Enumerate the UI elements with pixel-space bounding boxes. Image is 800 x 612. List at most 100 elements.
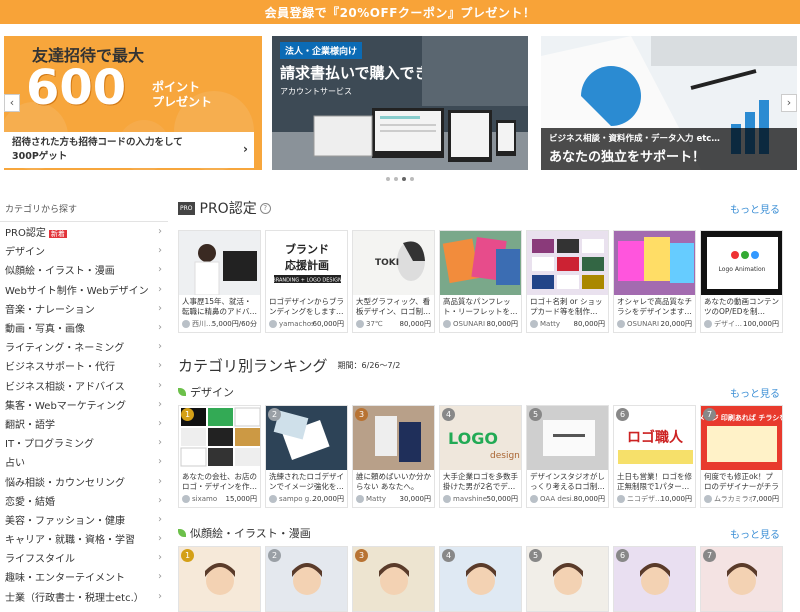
pro-more-link[interactable]: もっと見る xyxy=(730,201,780,216)
service-card[interactable]: Logo Animation あなたの動画コンテンツのOP/EDを制… デザイ… 10… xyxy=(700,230,783,333)
service-card[interactable]: チラシとイメージ 印刷あれば チラシをデザイン！7 何度でも修正ok！プロのデザイ… xyxy=(700,405,783,508)
card-title: 土日も営業！ロゴを修正無制限で1パター… xyxy=(617,472,692,491)
card-price: 80,000円 xyxy=(486,320,519,328)
service-card[interactable]: 7 xyxy=(700,546,783,612)
service-card[interactable]: 5デザインスタジオがしっくり考えるロゴ制…OAA desi…80,000円 xyxy=(526,405,609,508)
sidebar-item[interactable]: 動画・写真・画像 › xyxy=(0,318,168,337)
sidebar-item-label: ライティング・ネーミング xyxy=(5,343,125,355)
service-card[interactable]: ロゴ＋名刺 or ショップカード等を制作… Matty 80,000円 xyxy=(526,230,609,333)
service-card[interactable]: 2 洗練されたロゴデザインでイメージ強化を… sampo g… 20,000円 xyxy=(265,405,348,508)
rank-badge: 7 xyxy=(703,549,716,562)
card-price: 30,000円 xyxy=(399,495,432,503)
avatar xyxy=(269,495,277,503)
sidebar-item-label: PRO認定 xyxy=(5,228,46,240)
sidebar-item[interactable]: ライティング・ネーミング › xyxy=(0,337,168,356)
sidebar-item[interactable]: 士業（行政書士・税理士etc.） › xyxy=(0,587,168,606)
service-card[interactable]: 2 xyxy=(265,546,348,612)
card-footer: ニコデザ… 10,000円 xyxy=(614,492,695,507)
svg-text:ロゴ職人: ロゴ職人 xyxy=(627,429,684,446)
service-card[interactable]: オシャレで高品質なチラシをデザインます… OSUNARI 20,000円 xyxy=(613,230,696,333)
thumbnail-image xyxy=(614,231,695,295)
card-price: 60,000円 xyxy=(312,320,345,328)
new-badge: 新着 xyxy=(48,230,67,239)
sidebar-item[interactable]: 集客・Webマーケティング › xyxy=(0,395,168,414)
chevron-right-icon: › xyxy=(158,417,162,429)
sidebar-item[interactable]: 趣味・エンターテイメント › xyxy=(0,567,168,586)
service-card[interactable]: 3 誰に頼めばいいか分からない あなたへ。ロ… Matty 30,000円 xyxy=(352,405,435,508)
card-thumbnail: 7 xyxy=(701,547,782,611)
service-card[interactable]: 4 xyxy=(439,546,522,612)
chevron-right-icon: › xyxy=(158,379,162,391)
help-icon[interactable]: ? xyxy=(259,202,271,214)
sidebar-item[interactable]: IT・プログラミング › xyxy=(0,433,168,452)
service-card[interactable]: TOKI 大型グラフィック、看板デザイン、ロゴ制… 37℃ 80,000円 xyxy=(352,230,435,333)
sidebar-item-label: 音楽・ナレーション xyxy=(5,304,95,316)
banner-business-support[interactable]: ビジネス相談・資料作成・データ入力 etc… あなたの独立をサポート！ xyxy=(541,36,797,170)
banner1-points: 600 xyxy=(26,60,127,116)
sidebar-item-label: キャリア・就職・資格・学習 xyxy=(5,535,135,547)
carousel-dot-active[interactable] xyxy=(402,177,406,181)
service-card[interactable]: 3 xyxy=(352,546,435,612)
service-card[interactable]: ロゴ職人 6 土日も営業！ロゴを修正無制限で1パター… ニコデザ… 10,000円 xyxy=(613,405,696,508)
promo-top-banner[interactable]: 会員登録で『20%OFFクーポン』プレゼント！ xyxy=(0,0,800,24)
carousel-dot[interactable] xyxy=(394,177,398,181)
sidebar-item[interactable]: ライフスタイル › xyxy=(0,548,168,567)
service-card[interactable]: 5 xyxy=(526,546,609,612)
seller-name: OSUNARI xyxy=(627,320,660,328)
thumbnail-image xyxy=(440,231,521,295)
card-title: 誰に頼めばいいか分からない あなたへ。ロ… xyxy=(356,472,431,491)
card-price: 15,000円 xyxy=(225,495,258,503)
sidebar-item-label: デザイン xyxy=(5,247,45,259)
carousel-dot[interactable] xyxy=(410,177,414,181)
card-footer: OAA desi…80,000円 xyxy=(527,492,608,507)
seller-name: OAA desi… xyxy=(540,495,574,503)
sidebar-item[interactable]: ビジネスサポート・代行 › xyxy=(0,356,168,375)
design-more-link[interactable]: もっと見る xyxy=(730,385,780,400)
sidebar-item[interactable]: キャリア・就職・資格・学習 › xyxy=(0,529,168,548)
sidebar-item[interactable]: 占い › xyxy=(0,452,168,471)
chevron-right-icon: › xyxy=(158,264,162,276)
sidebar-item[interactable]: 恋愛・結婚 › xyxy=(0,491,168,510)
service-card[interactable]: 1 xyxy=(178,546,261,612)
banner-invoice-payment[interactable]: 法人・企業様向け 請求書払いで購入できる アカウントサービス xyxy=(272,36,528,170)
sidebar-item[interactable]: PRO認定 新着 › xyxy=(0,222,168,241)
service-card[interactable]: 高品質なパンフレット・リーフレットを… OSUNARI 80,000円 xyxy=(439,230,522,333)
card-title: 人事歴15年、就活・転職に精鼻のアドバ… xyxy=(182,297,257,316)
illust-more-link[interactable]: もっと見る xyxy=(730,526,780,541)
card-thumbnail: 1 xyxy=(179,406,260,470)
sidebar-item-label: ライフスタイル xyxy=(5,554,75,566)
banner1-detail: 招待された方も招待コードの入力をして 300Pゲット › xyxy=(4,132,254,168)
chevron-right-icon: › xyxy=(158,513,162,525)
card-thumbnail: ロゴ職人 6 xyxy=(614,406,695,470)
service-card[interactable]: 1 あなたの会社、お店のロゴ・デザインを作… sixamo 15,000円 xyxy=(178,405,261,508)
service-card[interactable]: 6 xyxy=(613,546,696,612)
service-card[interactable]: ブランド 応援計画 BRANDING + LOGO DESIGN ロゴデザインからブラ… xyxy=(265,230,348,333)
card-thumbnail xyxy=(179,231,260,295)
service-card[interactable]: LOGO design 4 大手企業ロゴを多数手掛けた男が2名でデ… mavshine 5… xyxy=(439,405,522,508)
service-card[interactable]: 人事歴15年、就活・転職に精鼻のアドバ… 西川… 5,000円/60分 xyxy=(178,230,261,333)
design-label: デザイン xyxy=(190,386,234,399)
avatar xyxy=(443,320,451,328)
seller-name: Matty xyxy=(540,320,560,328)
carousel-prev-button[interactable]: ‹ xyxy=(4,94,20,112)
banner-friend-invite[interactable]: 友達招待で最大 600 ポイント プレゼント 招待された方も招待コードの入力をして… xyxy=(4,36,262,170)
card-thumbnail: TOKI xyxy=(353,231,434,295)
rank-badge: 1 xyxy=(181,408,194,421)
sidebar-item[interactable]: 翻訳・語学 › xyxy=(0,414,168,433)
sidebar-item[interactable]: 似顔絵・イラスト・漫画 › xyxy=(0,260,168,279)
sidebar-item[interactable]: Webサイト制作・Webデザイン › xyxy=(0,280,168,299)
card-thumbnail: LOGO design 4 xyxy=(440,406,521,470)
card-footer: デザイ… 100,000円 xyxy=(701,317,782,332)
avatar xyxy=(704,320,712,328)
sidebar-item-label: 恋愛・結婚 xyxy=(5,496,55,508)
sidebar-item[interactable]: 音楽・ナレーション › xyxy=(0,299,168,318)
carousel-dot[interactable] xyxy=(386,177,390,181)
sidebar-item[interactable]: ビジネス相談・アドバイス › xyxy=(0,376,168,395)
sidebar-item[interactable]: デザイン › xyxy=(0,241,168,260)
chevron-right-icon: › xyxy=(158,533,162,545)
chevron-right-icon: › xyxy=(158,590,162,602)
sidebar-item[interactable]: 美容・ファッション・健康 › xyxy=(0,510,168,529)
carousel-next-button[interactable]: › xyxy=(781,94,797,112)
sidebar-item[interactable]: 悩み相談・カウンセリング › xyxy=(0,471,168,490)
chevron-right-icon: › xyxy=(158,437,162,449)
